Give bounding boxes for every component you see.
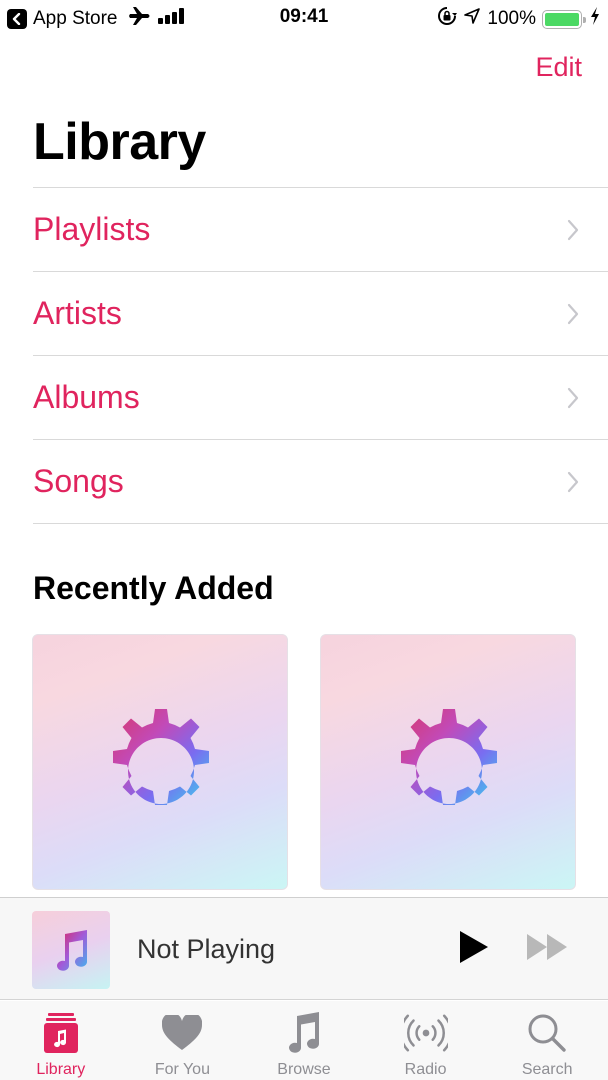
charging-bolt-icon xyxy=(590,7,600,31)
location-icon xyxy=(463,7,481,31)
gear-icon xyxy=(113,709,209,805)
recently-added-title: Recently Added xyxy=(33,570,274,606)
page-title: Library xyxy=(33,113,206,171)
battery-percent: 100% xyxy=(487,8,536,29)
fast-forward-icon[interactable] xyxy=(525,932,571,962)
nav-item-label: Songs xyxy=(33,463,124,499)
battery-icon xyxy=(542,9,586,29)
tab-radio[interactable]: Radio xyxy=(365,1001,487,1080)
nav-item-label: Albums xyxy=(33,379,140,415)
play-icon[interactable] xyxy=(458,930,490,964)
album-tile[interactable] xyxy=(32,634,288,890)
back-chevron-icon xyxy=(7,9,27,29)
chevron-right-icon xyxy=(562,303,584,325)
music-note-icon xyxy=(57,930,87,971)
tab-label: Browse xyxy=(277,1061,331,1078)
chevron-right-icon xyxy=(562,471,584,493)
nav-item-albums[interactable]: Albums xyxy=(33,356,608,440)
nav-item-playlists[interactable]: Playlists xyxy=(33,188,608,272)
nav-item-artists[interactable]: Artists xyxy=(33,272,608,356)
tab-for-you[interactable]: For You xyxy=(122,1001,244,1080)
tab-search[interactable]: Search xyxy=(486,1001,608,1080)
mini-player[interactable]: Not Playing xyxy=(0,897,608,1000)
library-nav-list: Playlists Artists Albums Songs xyxy=(33,188,608,524)
library-icon xyxy=(39,1011,83,1055)
mini-player-artwork[interactable] xyxy=(32,911,110,989)
tab-label: Library xyxy=(36,1061,86,1078)
back-to-app-button[interactable]: App Store xyxy=(7,6,186,32)
nav-item-label: Playlists xyxy=(33,211,151,247)
signal-icon xyxy=(157,8,186,30)
airplane-icon xyxy=(128,6,152,32)
gear-icon xyxy=(401,709,497,805)
radio-icon xyxy=(403,1011,448,1055)
edit-button[interactable]: Edit xyxy=(535,52,582,83)
tab-label: Radio xyxy=(404,1061,447,1078)
status-bar: App Store 09:41 100% xyxy=(0,0,608,34)
chevron-right-icon xyxy=(562,219,584,241)
tab-browse[interactable]: Browse xyxy=(243,1001,365,1080)
nav-item-songs[interactable]: Songs xyxy=(33,440,608,524)
tab-label: For You xyxy=(154,1061,210,1078)
back-app-label: App Store xyxy=(33,8,118,29)
orientation-lock-icon xyxy=(437,6,458,32)
music-note-icon xyxy=(282,1011,326,1055)
tab-library[interactable]: Library xyxy=(0,1001,122,1080)
tab-label: Search xyxy=(521,1061,573,1078)
album-tile[interactable] xyxy=(320,634,576,890)
search-icon xyxy=(525,1011,569,1055)
now-playing-title[interactable]: Not Playing xyxy=(137,934,275,965)
tab-bar: Library For You Browse Radio Search xyxy=(0,1001,608,1080)
heart-icon xyxy=(160,1011,204,1055)
chevron-right-icon xyxy=(562,387,584,409)
nav-item-label: Artists xyxy=(33,295,122,331)
